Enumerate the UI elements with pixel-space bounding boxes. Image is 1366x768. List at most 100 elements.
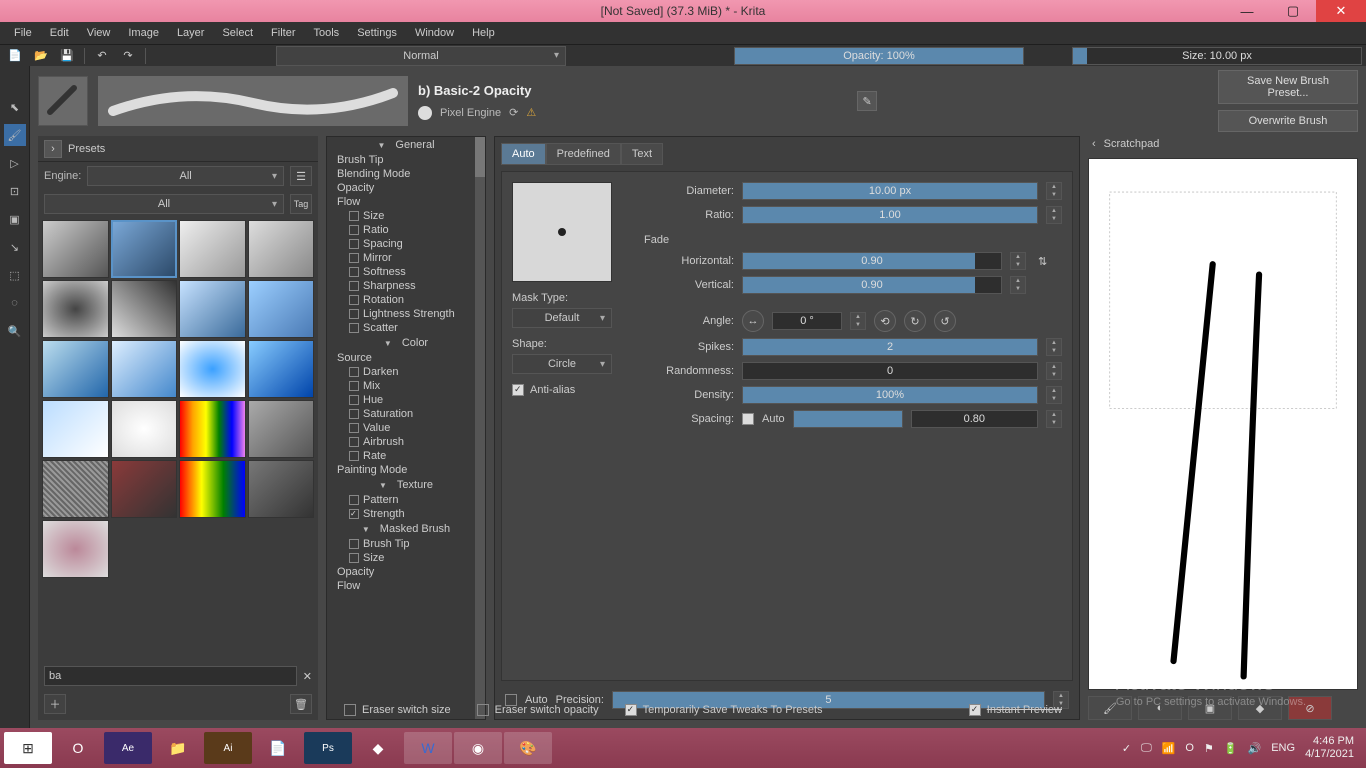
scratch-layer-icon[interactable]: ▣ <box>1188 696 1232 720</box>
redo-icon[interactable]: ↷ <box>117 47 139 65</box>
param-painting-mode[interactable]: Painting Mode <box>327 463 485 477</box>
scratch-back-icon[interactable]: ‹ <box>1092 138 1096 150</box>
brush-tip-preview[interactable] <box>38 76 88 126</box>
preset-thumb[interactable] <box>42 520 109 578</box>
add-preset-icon[interactable]: ＋ <box>44 694 66 714</box>
angle-cw-icon[interactable]: ↻ <box>904 310 926 332</box>
menu-edit[interactable]: Edit <box>42 25 77 41</box>
maximize-button[interactable]: ▢ <box>1270 0 1316 22</box>
group-general[interactable]: General <box>327 137 485 153</box>
ratio-spinner[interactable]: ▲▼ <box>1046 206 1062 224</box>
rect-select-icon[interactable]: ⬚ <box>4 264 26 286</box>
menu-file[interactable]: File <box>6 25 40 41</box>
new-file-icon[interactable]: 📄 <box>4 47 26 65</box>
param-spacing[interactable]: Spacing <box>327 237 485 251</box>
engine-options-icon[interactable]: ☰ <box>290 166 312 186</box>
mask-type-select[interactable]: Default <box>512 308 612 328</box>
preset-thumb[interactable] <box>248 220 315 278</box>
param-m-brushtip[interactable]: Brush Tip <box>327 537 485 551</box>
menu-help[interactable]: Help <box>464 25 503 41</box>
angle-dial-icon[interactable]: ↔ <box>742 310 764 332</box>
size-slider[interactable]: Size: 10.00 px <box>1072 47 1362 65</box>
menu-settings[interactable]: Settings <box>349 25 405 41</box>
task-opera-icon[interactable]: O <box>54 732 102 764</box>
preset-thumb[interactable] <box>248 340 315 398</box>
minimize-button[interactable]: — <box>1224 0 1270 22</box>
task-ai-icon[interactable]: Ai <box>204 732 252 764</box>
horizontal-slider[interactable]: 0.90 <box>742 252 1002 270</box>
scratchpad-canvas[interactable] <box>1088 158 1358 690</box>
task-doc-icon[interactable]: 📄 <box>254 732 302 764</box>
tray-volume-icon[interactable]: 🔊 <box>1248 742 1262 755</box>
param-brush-tip[interactable]: Brush Tip <box>327 153 485 167</box>
tray-shield-icon[interactable]: ✓ <box>1122 742 1131 755</box>
angle-ccw-icon[interactable]: ↺ <box>934 310 956 332</box>
tag-filter-select[interactable]: All <box>44 194 284 214</box>
ratio-slider[interactable]: 1.00 <box>742 206 1038 224</box>
picker-tool-icon[interactable]: ↘ <box>4 236 26 258</box>
open-file-icon[interactable]: 📂 <box>30 47 52 65</box>
tab-predefined[interactable]: Predefined <box>546 143 621 165</box>
angle-reset-icon[interactable]: ⟲ <box>874 310 896 332</box>
param-m-flow[interactable]: Flow <box>327 579 485 593</box>
diameter-spinner[interactable]: ▲▼ <box>1046 182 1062 200</box>
tray-screen-icon[interactable]: 🖵 <box>1141 742 1152 755</box>
horizontal-spinner[interactable]: ▲▼ <box>1010 252 1026 270</box>
preset-thumb[interactable] <box>42 280 109 338</box>
preset-thumb[interactable] <box>42 340 109 398</box>
tray-flag-icon[interactable]: ⚑ <box>1204 742 1214 755</box>
preset-thumb[interactable] <box>111 400 178 458</box>
overwrite-brush-button[interactable]: Overwrite Brush <box>1218 110 1358 132</box>
scratch-gradient-icon[interactable]: ◐ <box>1138 696 1182 720</box>
param-hue[interactable]: Hue <box>327 393 485 407</box>
brush-tool-icon[interactable]: 🖌 <box>4 124 26 146</box>
density-spinner[interactable]: ▲▼ <box>1046 386 1062 404</box>
param-source[interactable]: Source <box>327 351 485 365</box>
param-sharpness[interactable]: Sharpness <box>327 279 485 293</box>
scratch-fill-icon[interactable]: ◆ <box>1238 696 1282 720</box>
scratch-brush-icon[interactable]: 🖌 <box>1088 696 1132 720</box>
task-krita-icon[interactable]: 🎨 <box>504 732 552 764</box>
tab-auto[interactable]: Auto <box>501 143 546 165</box>
delete-preset-icon[interactable]: 🗑 <box>290 694 312 714</box>
preset-thumb[interactable] <box>179 220 246 278</box>
tray-lang[interactable]: ENG <box>1271 742 1295 754</box>
spacing-auto-checkbox[interactable] <box>742 413 754 425</box>
task-ps-icon[interactable]: Ps <box>304 732 352 764</box>
vertical-spinner[interactable]: ▲▼ <box>1010 276 1026 294</box>
group-texture[interactable]: Texture <box>327 477 485 493</box>
preset-thumb[interactable] <box>248 400 315 458</box>
spikes-spinner[interactable]: ▲▼ <box>1046 338 1062 356</box>
engine-filter-select[interactable]: All <box>87 166 284 186</box>
crop-tool-icon[interactable]: ⊡ <box>4 180 26 202</box>
scratch-clear-icon[interactable]: ⊘ <box>1288 696 1332 720</box>
task-word-icon[interactable]: W <box>404 732 452 764</box>
angle-input[interactable]: 0 ° <box>772 312 842 330</box>
vertical-slider[interactable]: 0.90 <box>742 276 1002 294</box>
blend-mode-select[interactable]: Normal <box>276 46 566 66</box>
zoom-tool-icon[interactable]: 🔍 <box>4 320 26 342</box>
param-blending-mode[interactable]: Blending Mode <box>327 167 485 181</box>
outline-select-icon[interactable]: ◌ <box>4 292 26 314</box>
param-size[interactable]: Size <box>327 209 485 223</box>
preset-thumb[interactable] <box>179 340 246 398</box>
temp-save-checkbox[interactable] <box>625 704 637 716</box>
randomness-spinner[interactable]: ▲▼ <box>1046 362 1062 380</box>
move-tool-icon[interactable]: ⬉ <box>4 96 26 118</box>
antialias-checkbox[interactable] <box>512 384 524 396</box>
spikes-slider[interactable]: 2 <box>742 338 1038 356</box>
menu-tools[interactable]: Tools <box>306 25 348 41</box>
spacing-spinner[interactable]: ▲▼ <box>1046 410 1062 428</box>
param-pattern[interactable]: Pattern <box>327 493 485 507</box>
gradient-tool-icon[interactable]: ▣ <box>4 208 26 230</box>
save-icon[interactable]: 💾 <box>56 47 78 65</box>
tab-text[interactable]: Text <box>621 143 663 165</box>
preset-thumb[interactable] <box>111 220 178 278</box>
param-mix[interactable]: Mix <box>327 379 485 393</box>
task-explorer-icon[interactable]: 📁 <box>154 732 202 764</box>
param-softness[interactable]: Softness <box>327 265 485 279</box>
clear-search-icon[interactable]: ✕ <box>303 670 312 683</box>
param-ratio[interactable]: Ratio <box>327 223 485 237</box>
rename-brush-icon[interactable]: ✎ <box>857 91 877 111</box>
param-m-size[interactable]: Size <box>327 551 485 565</box>
